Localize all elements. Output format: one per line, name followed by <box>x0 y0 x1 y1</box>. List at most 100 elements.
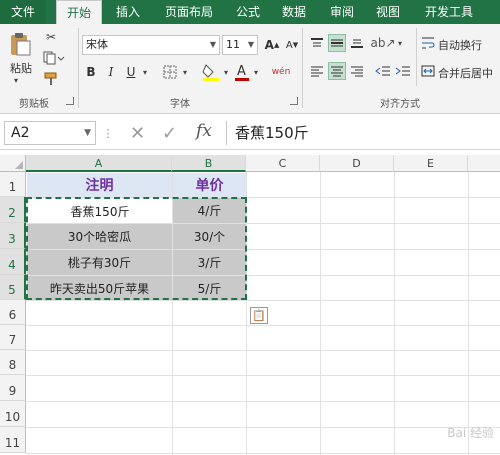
gridline <box>26 453 500 454</box>
name-box-value: A2 <box>11 125 30 141</box>
merge-center-icon[interactable] <box>420 63 436 79</box>
tab-view[interactable]: 视图 <box>368 0 408 24</box>
tab-page-layout[interactable]: 页面布局 <box>158 0 220 24</box>
row-header-4[interactable]: 4 <box>0 249 26 275</box>
select-all-button[interactable] <box>0 155 26 172</box>
orientation-icon[interactable]: ab↗ <box>370 34 395 52</box>
cell-b4[interactable]: 3/斤 <box>173 250 246 275</box>
row-header-2[interactable]: 2 <box>0 197 26 223</box>
insert-function-icon[interactable]: fx <box>196 121 212 141</box>
font-name-select[interactable]: 宋体 ▼ <box>82 35 220 55</box>
chevron-down-icon[interactable]: ▾ <box>222 63 230 81</box>
column-header-d[interactable]: D <box>320 155 394 172</box>
tab-review[interactable]: 审阅 <box>322 0 362 24</box>
paste-icon[interactable] <box>6 30 34 58</box>
tab-file[interactable]: 文件 <box>0 0 46 24</box>
format-painter-icon[interactable] <box>42 70 60 88</box>
alignment-group-label: 对齐方式 <box>380 99 420 110</box>
tab-developer[interactable]: 开发工具 <box>418 0 480 24</box>
ribbon-tab-bar: 文件 开始 插入 页面布局 公式 数据 审阅 视图 开发工具 <box>0 0 500 25</box>
borders-icon[interactable] <box>160 63 180 81</box>
row-header-11[interactable]: 11 <box>0 427 26 453</box>
gridline <box>468 172 469 455</box>
font-size-select[interactable]: 11 ▼ <box>222 35 258 55</box>
cell-a3[interactable]: 30个哈密瓜 <box>27 224 172 249</box>
cell-a4[interactable]: 桃子有30斤 <box>27 250 172 275</box>
italic-button[interactable]: I <box>102 63 120 81</box>
copy-icon[interactable] <box>42 49 66 67</box>
chevron-down-icon[interactable]: ▾ <box>140 63 150 81</box>
tab-formulas[interactable]: 公式 <box>228 0 268 24</box>
align-bottom-icon[interactable] <box>348 34 366 52</box>
more-options-icon[interactable]: ⋮ <box>103 124 114 142</box>
formula-input[interactable]: 香蕉150斤 <box>226 121 500 145</box>
cell-a2[interactable]: 香蕉150斤 <box>28 199 172 223</box>
clipboard-launcher-icon[interactable] <box>66 97 74 105</box>
gridline <box>26 375 500 376</box>
wrap-text-button[interactable]: 自动换行 <box>438 37 482 53</box>
column-header-e[interactable]: E <box>394 155 468 172</box>
chevron-down-icon[interactable]: ▾ <box>396 34 404 52</box>
align-right-icon[interactable] <box>348 62 366 80</box>
column-header-c[interactable]: C <box>246 155 320 172</box>
cancel-icon[interactable]: ✕ <box>130 123 145 144</box>
chevron-down-icon: ▼ <box>247 40 254 49</box>
merge-center-button[interactable]: 合并后居中 <box>438 65 493 81</box>
cell-b1[interactable]: 单价 <box>173 173 246 197</box>
font-name-value: 宋体 <box>86 38 108 51</box>
row-header-1[interactable]: 1 <box>0 172 26 197</box>
cut-icon[interactable]: ✂ <box>42 28 60 46</box>
column-header-b[interactable]: B <box>172 155 246 172</box>
fill-color-icon[interactable] <box>200 61 222 83</box>
ribbon-divider <box>416 28 417 86</box>
chevron-down-icon[interactable]: ▾ <box>180 63 190 81</box>
cell-a1[interactable]: 注明 <box>27 173 172 197</box>
tab-home[interactable]: 开始 <box>56 0 102 25</box>
row-header-3[interactable]: 3 <box>0 223 26 249</box>
increase-indent-icon[interactable] <box>394 62 412 80</box>
tab-data[interactable]: 数据 <box>274 0 314 24</box>
underline-button[interactable]: U <box>122 63 140 81</box>
cell-b3[interactable]: 30/个 <box>173 224 246 249</box>
row-header-6[interactable]: 6 <box>0 300 26 325</box>
increase-font-icon[interactable]: A ▲ <box>263 36 281 54</box>
gridline <box>394 172 395 455</box>
align-middle-icon[interactable] <box>328 34 346 52</box>
formula-bar: A2 ▼ ⋮ ✕ ✓ fx 香蕉150斤 <box>0 116 500 150</box>
row-header-8[interactable]: 8 <box>0 350 26 375</box>
font-color-icon[interactable]: A <box>232 61 252 83</box>
cell-b2[interactable]: 4/斤 <box>173 198 246 223</box>
decrease-font-icon[interactable]: A ▼ <box>283 36 301 54</box>
cell-b5[interactable]: 5/斤 <box>173 276 246 300</box>
row-header-7[interactable]: 7 <box>0 325 26 350</box>
align-top-icon[interactable] <box>308 34 326 52</box>
align-left-icon[interactable] <box>308 62 326 80</box>
gridline <box>26 401 500 402</box>
paste-options-icon[interactable]: 📋 <box>250 307 268 324</box>
enter-icon[interactable]: ✓ <box>162 123 177 144</box>
align-center-icon[interactable] <box>328 62 346 80</box>
row-header-9[interactable]: 9 <box>0 375 26 401</box>
row-header-5[interactable]: 5 <box>0 275 26 300</box>
gridline <box>26 427 500 428</box>
bold-button[interactable]: B <box>82 63 100 81</box>
paste-label[interactable]: 粘贴 <box>10 60 32 76</box>
decrease-indent-icon[interactable] <box>374 62 392 80</box>
phonetic-guide-icon[interactable]: wén <box>270 61 292 83</box>
gridline <box>26 350 500 351</box>
tab-insert[interactable]: 插入 <box>108 0 148 24</box>
wrap-text-icon[interactable] <box>420 35 436 51</box>
chevron-down-icon[interactable]: ▾ <box>252 63 260 81</box>
cell-a5[interactable]: 昨天卖出50斤苹果 <box>27 276 172 300</box>
row-header-10[interactable]: 10 <box>0 401 26 427</box>
gridline <box>26 325 500 326</box>
name-box[interactable]: A2 ▼ <box>4 121 96 145</box>
paste-dropdown-icon[interactable]: ▾ <box>10 76 22 85</box>
chevron-down-icon: ▼ <box>209 40 216 49</box>
font-launcher-icon[interactable] <box>290 97 298 105</box>
column-header-a[interactable]: A <box>26 155 172 172</box>
gridline <box>26 300 500 301</box>
chevron-down-icon: ▼ <box>84 128 91 138</box>
column-header-f[interactable] <box>468 155 500 172</box>
font-size-value: 11 <box>226 38 240 51</box>
